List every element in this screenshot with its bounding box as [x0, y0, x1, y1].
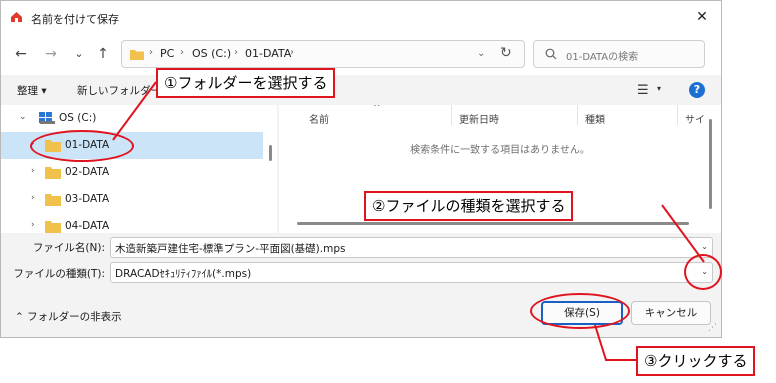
breadcrumb-separator: › — [149, 47, 153, 58]
breadcrumb-folder[interactable]: 01-DATA — [245, 47, 291, 60]
folder-icon — [45, 221, 61, 233]
view-options-icon[interactable]: ☰ — [637, 83, 649, 98]
tree-label: 02-DATA — [65, 166, 110, 178]
collapse-chevron-icon[interactable]: ⌄ — [19, 112, 27, 122]
tree-item-02-data[interactable]: › 02-DATA — [1, 159, 263, 186]
forward-button[interactable]: → — [41, 44, 61, 64]
callout-step-3: ③クリックする — [636, 346, 756, 376]
callout-step-2: ②ファイルの種類を選択する — [364, 191, 574, 221]
filename-label: ファイル名(N): — [32, 242, 105, 254]
expand-chevron-icon[interactable]: › — [31, 193, 35, 203]
filetype-value: DRACADｾｷｭﾘﾃｨﾌｧｲﾙ(*.mps) — [115, 268, 252, 280]
column-header-type[interactable]: 種類 — [585, 111, 605, 126]
expand-chevron-icon[interactable]: › — [31, 166, 35, 176]
sort-ascending-icon: ^ — [373, 105, 381, 113]
close-button[interactable]: ✕ — [689, 6, 715, 28]
address-bar[interactable]: › PC › OS (C:) › 01-DATA › ⌄ ↻ — [121, 40, 525, 68]
tree-label: 04-DATA — [65, 220, 110, 232]
column-divider[interactable] — [677, 105, 678, 125]
filename-value: 木造新築戸建住宅-標準プラン-平面図(基礎).mps — [115, 243, 346, 255]
tree-item-drive[interactable]: ⌄ OS (C:) — [1, 105, 263, 132]
column-header-name[interactable]: 名前 — [309, 111, 329, 126]
highlight-circle-folder — [30, 130, 134, 162]
sidebar-scrollbar[interactable] — [269, 145, 272, 161]
navigation-pane: ⌄ OS (C:) › 01-DATA › 02-DATA › 03-DATA … — [1, 105, 277, 233]
folder-icon — [45, 194, 61, 206]
filetype-label: ファイルの種類(T): — [13, 268, 105, 280]
command-bar: 整理 ▾ 新しいフォルダー ☰ ▾ ? — [1, 75, 721, 105]
breadcrumb-separator: › — [234, 47, 238, 58]
highlight-circle-save — [530, 293, 630, 329]
organize-menu[interactable]: 整理 ▾ — [17, 83, 47, 98]
callout-step-1: ①フォルダーを選択する — [156, 68, 336, 98]
breadcrumb-drive[interactable]: OS (C:) — [192, 47, 231, 60]
search-input[interactable]: 01-DATAの検索 — [533, 40, 705, 68]
breadcrumb-separator: › — [290, 47, 294, 58]
filename-dropdown-icon[interactable]: ⌄ — [701, 242, 708, 251]
tree-item-03-data[interactable]: › 03-DATA — [1, 186, 263, 213]
folder-icon — [45, 167, 61, 179]
view-dropdown-icon[interactable]: ▾ — [657, 84, 661, 93]
tree-item-04-data[interactable]: › 04-DATA — [1, 213, 263, 233]
tree-label: OS (C:) — [59, 112, 97, 124]
search-icon — [545, 48, 557, 60]
tree-label: 03-DATA — [65, 193, 110, 205]
new-folder-button[interactable]: 新しいフォルダー — [77, 83, 161, 98]
breadcrumb-pc[interactable]: PC — [160, 47, 174, 60]
app-house-icon — [11, 12, 22, 22]
recent-locations-button[interactable]: ⌄ — [69, 44, 89, 64]
horizontal-scrollbar[interactable] — [297, 222, 689, 225]
back-button[interactable]: ← — [11, 44, 31, 64]
column-header-modified[interactable]: 更新日時 — [459, 111, 499, 126]
filetype-select[interactable]: DRACADｾｷｭﾘﾃｨﾌｧｲﾙ(*.mps) ⌄ — [110, 262, 713, 283]
navigation-bar: ← → ⌄ ↑ › PC › OS (C:) › 01-DATA › ⌄ ↻ 0… — [1, 33, 721, 75]
hide-folders-toggle[interactable]: ⌃ フォルダーの非表示 — [15, 309, 122, 324]
up-button[interactable]: ↑ — [93, 44, 113, 64]
column-divider[interactable] — [577, 105, 578, 125]
save-fields: ファイル名(N): 木造新築戸建住宅-標準プラン-平面図(基礎).mps ⌄ フ… — [1, 233, 721, 285]
save-as-dialog: 名前を付けて保存 ✕ ← → ⌄ ↑ › PC › OS (C:) › 01-D… — [0, 0, 722, 338]
title-bar: 名前を付けて保存 ✕ — [1, 1, 721, 33]
empty-folder-message: 検索条件に一致する項目はありません。 — [410, 145, 590, 156]
column-header-size[interactable]: サイ — [685, 111, 705, 126]
address-dropdown-icon[interactable]: ⌄ — [477, 48, 485, 59]
expand-chevron-icon[interactable]: › — [31, 220, 35, 230]
column-divider[interactable] — [451, 105, 452, 125]
folder-icon — [130, 50, 144, 60]
help-icon[interactable]: ? — [689, 82, 705, 98]
highlight-circle-filetype — [684, 254, 722, 290]
window-title: 名前を付けて保存 — [31, 13, 119, 26]
resize-grip-icon[interactable]: ⋰ — [708, 323, 717, 333]
vertical-scrollbar[interactable] — [709, 119, 712, 209]
search-placeholder: 01-DATAの検索 — [566, 52, 639, 63]
breadcrumb-separator: › — [180, 47, 184, 58]
cancel-button[interactable]: キャンセル — [631, 301, 711, 325]
filename-input[interactable]: 木造新築戸建住宅-標準プラン-平面図(基礎).mps ⌄ — [110, 237, 713, 258]
drive-icon — [39, 112, 55, 124]
refresh-icon[interactable]: ↻ — [500, 45, 512, 61]
